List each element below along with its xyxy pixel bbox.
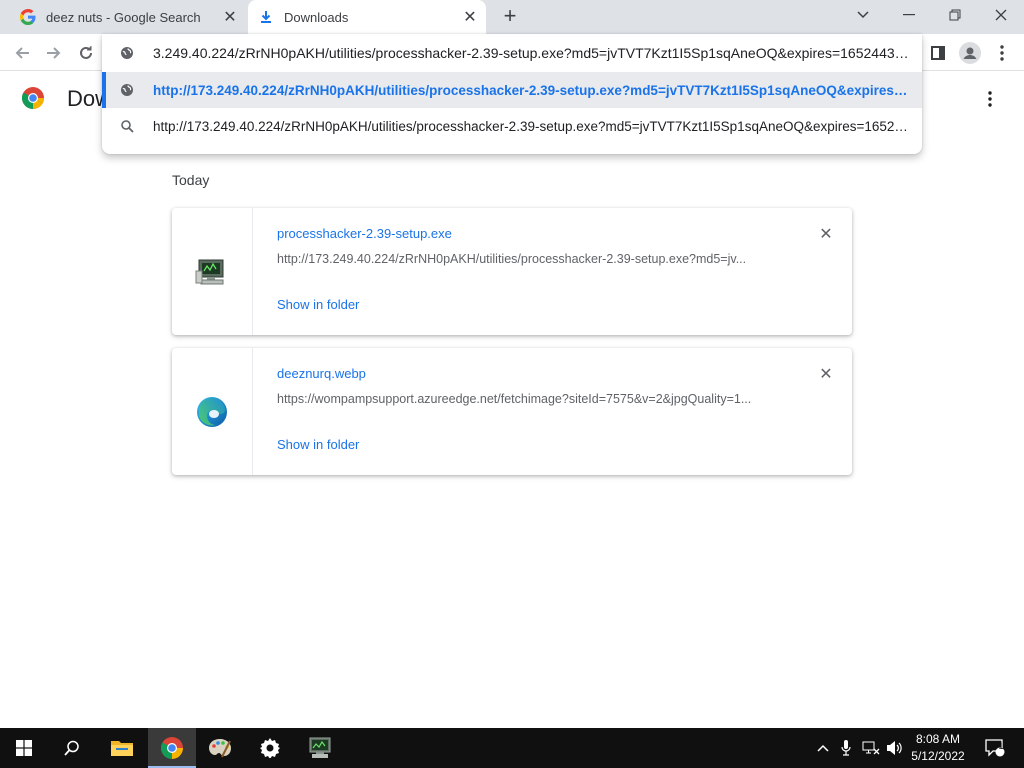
download-source-url[interactable]: http://173.249.40.224/zRrNH0pAKH/utiliti… bbox=[277, 252, 777, 266]
omnibox-dropdown: 3.249.40.224/zRrNH0pAKH/utilities/proces… bbox=[102, 34, 922, 154]
volume-icon[interactable] bbox=[884, 728, 906, 768]
processhacker-icon bbox=[195, 259, 224, 284]
network-icon[interactable] bbox=[860, 728, 882, 768]
action-center-button[interactable]: 1 bbox=[980, 728, 1010, 768]
download-item: processhacker-2.39-setup.exe http://173.… bbox=[172, 208, 852, 335]
google-g-icon bbox=[20, 9, 36, 25]
notification-count-badge: 1 bbox=[998, 741, 1004, 751]
file-icon-cell bbox=[172, 348, 253, 475]
tab-search-icon[interactable] bbox=[840, 0, 886, 30]
download-item: deeznurq.webp https://wompampsupport.azu… bbox=[172, 348, 852, 475]
chrome-logo-icon bbox=[22, 87, 44, 109]
address-input[interactable]: 3.249.40.224/zRrNH0pAKH/utilities/proces… bbox=[153, 45, 913, 61]
taskbar-paint[interactable] bbox=[196, 728, 244, 768]
edge-icon bbox=[197, 396, 227, 427]
forward-button[interactable] bbox=[41, 40, 67, 66]
download-filename-link[interactable]: processhacker-2.39-setup.exe bbox=[277, 226, 452, 241]
search-icon bbox=[64, 740, 79, 756]
chrome-menu-button[interactable] bbox=[989, 40, 1015, 66]
show-in-folder-link[interactable]: Show in folder bbox=[277, 437, 359, 452]
taskbar-processhacker[interactable] bbox=[296, 728, 344, 768]
download-source-url[interactable]: https://wompampsupport.azureedge.net/fet… bbox=[277, 392, 777, 406]
kebab-menu-icon bbox=[988, 91, 992, 107]
taskbar-chrome[interactable] bbox=[148, 728, 196, 768]
profile-button[interactable] bbox=[957, 40, 983, 66]
chrome-icon bbox=[161, 737, 183, 759]
new-tab-button[interactable]: + bbox=[498, 5, 522, 29]
tab-title: Downloads bbox=[284, 9, 349, 25]
site-info-icon[interactable] bbox=[119, 45, 135, 61]
back-button[interactable] bbox=[9, 40, 35, 66]
date-heading: Today bbox=[172, 172, 210, 188]
search-icon bbox=[119, 118, 135, 134]
clock-date: 5/12/2022 bbox=[911, 749, 965, 763]
microphone-icon[interactable] bbox=[838, 728, 854, 768]
profile-avatar-icon bbox=[959, 42, 981, 64]
tab-close-icon[interactable]: ✕ bbox=[220, 7, 240, 27]
restore-button[interactable] bbox=[932, 0, 978, 30]
address-bar[interactable]: 3.249.40.224/zRrNH0pAKH/utilities/proces… bbox=[102, 38, 922, 68]
tab-strip: deez nuts - Google Search ✕ Downloads ✕ … bbox=[0, 0, 1024, 34]
arrow-right-icon bbox=[47, 47, 61, 59]
downloads-menu-button[interactable] bbox=[980, 88, 1000, 110]
tab-title: deez nuts - Google Search bbox=[46, 9, 201, 25]
tab-google-search[interactable]: deez nuts - Google Search ✕ bbox=[10, 0, 246, 34]
file-icon-cell bbox=[172, 208, 253, 335]
suggestion-text: http://173.249.40.224/zRrNH0pAKH/utiliti… bbox=[153, 118, 913, 134]
folder-icon bbox=[111, 741, 133, 756]
arrow-left-icon bbox=[15, 47, 29, 59]
reload-icon bbox=[80, 46, 92, 59]
download-filename-link[interactable]: deeznurq.webp bbox=[277, 366, 366, 381]
show-in-folder-link[interactable]: Show in folder bbox=[277, 297, 359, 312]
side-panel-icon bbox=[931, 46, 945, 60]
paint-palette-icon bbox=[209, 739, 231, 758]
taskbar-search-button[interactable] bbox=[48, 728, 96, 768]
minimize-button[interactable] bbox=[886, 0, 932, 30]
taskbar-settings[interactable] bbox=[246, 728, 294, 768]
download-icon bbox=[258, 9, 274, 25]
clock-time: 8:08 AM bbox=[915, 732, 961, 746]
processhacker-icon bbox=[309, 737, 331, 758]
gear-icon bbox=[260, 738, 280, 758]
windows-taskbar: 8:08 AM 5/12/2022 1 bbox=[0, 728, 1024, 768]
system-clock[interactable]: 8:08 AM 5/12/2022 bbox=[905, 731, 971, 765]
browser-window: deez nuts - Google Search ✕ Downloads ✕ … bbox=[0, 0, 1024, 768]
suggestion-text: http://173.249.40.224/zRrNH0pAKH/utiliti… bbox=[153, 82, 913, 98]
taskbar-file-explorer[interactable] bbox=[98, 728, 146, 768]
omnibox-suggestion-url[interactable]: http://173.249.40.224/zRrNH0pAKH/utiliti… bbox=[102, 72, 922, 108]
omnibox-suggestion-search[interactable]: http://173.249.40.224/zRrNH0pAKH/utiliti… bbox=[102, 108, 922, 144]
remove-download-close-icon[interactable]: ✕ bbox=[816, 364, 836, 384]
globe-icon bbox=[119, 82, 135, 98]
tray-overflow-chevron-icon[interactable] bbox=[814, 728, 832, 768]
close-window-button[interactable] bbox=[978, 0, 1024, 30]
tab-close-icon[interactable]: ✕ bbox=[460, 7, 480, 27]
reload-button[interactable] bbox=[73, 40, 99, 66]
side-panel-button[interactable] bbox=[925, 40, 951, 66]
tab-downloads[interactable]: Downloads ✕ bbox=[248, 0, 486, 34]
windows-logo-icon bbox=[16, 740, 32, 756]
start-button[interactable] bbox=[0, 728, 48, 768]
kebab-menu-icon bbox=[1000, 45, 1004, 61]
remove-download-close-icon[interactable]: ✕ bbox=[816, 224, 836, 244]
